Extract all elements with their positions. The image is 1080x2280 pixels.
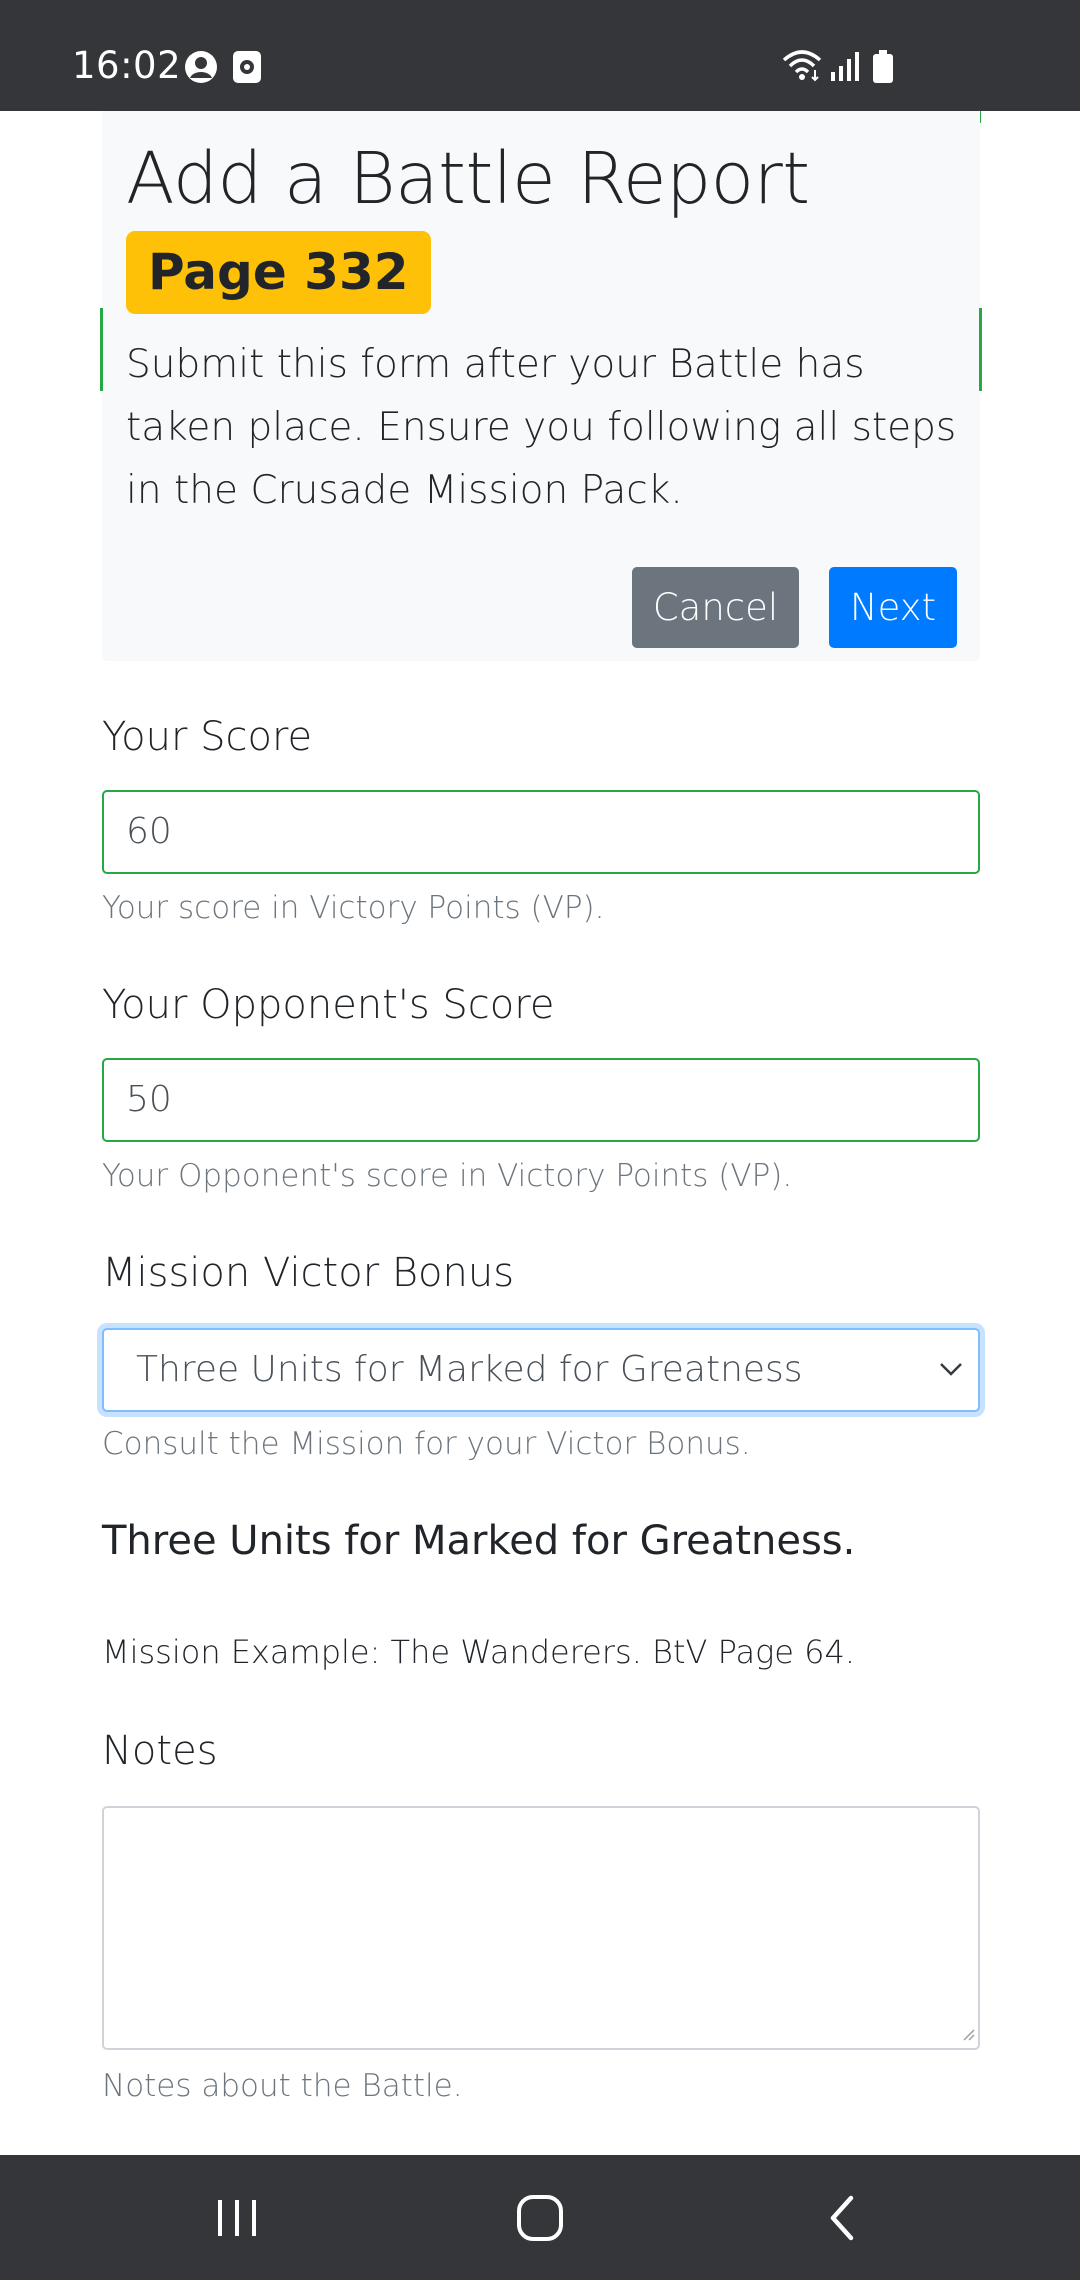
valid-border-fragment: [100, 308, 103, 391]
next-button[interactable]: Next: [829, 567, 957, 648]
intro-text: Submit this form after your Battle has t…: [126, 342, 957, 513]
notes-label: Notes: [102, 1728, 218, 1774]
chevron-down-icon: [938, 1360, 964, 1382]
your-score-help: Your score in Victory Points (VP).: [102, 890, 605, 926]
page-badge: Page 332: [126, 231, 431, 314]
victor-bonus-selected: Three Units for Marked for Greatness: [136, 1349, 803, 1390]
victor-bonus-description: Three Units for Marked for Greatness.: [102, 1518, 856, 1564]
notes-help: Notes about the Battle.: [102, 2068, 463, 2104]
navigation-bar: [0, 2155, 1080, 2280]
opponent-score-label: Your Opponent's Score: [102, 982, 555, 1028]
screen-record-icon: [232, 50, 262, 84]
battery-icon: [872, 50, 894, 84]
back-icon[interactable]: [802, 2183, 882, 2253]
signal-icon: [830, 50, 860, 82]
resize-grip-icon[interactable]: [961, 2026, 975, 2045]
battle-report-header: Add a Battle Report Page 332 Submit this…: [102, 111, 980, 661]
status-bar: 16:02: [0, 0, 1080, 111]
mission-example: Mission Example: The Wanderers. BtV Page…: [102, 1633, 856, 1671]
valid-border-fragment: [979, 308, 982, 391]
cancel-button[interactable]: Cancel: [632, 567, 799, 648]
notes-textarea[interactable]: [102, 1806, 980, 2050]
account-circle-icon: [184, 50, 218, 84]
recent-apps-icon[interactable]: [197, 2183, 277, 2253]
opponent-score-help: Your Opponent's score in Victory Points …: [102, 1158, 793, 1194]
home-icon[interactable]: [500, 2183, 580, 2253]
victor-bonus-select[interactable]: Three Units for Marked for Greatness: [102, 1328, 980, 1412]
opponent-score-input[interactable]: 50: [102, 1058, 980, 1142]
status-time: 16:02: [72, 44, 182, 87]
victor-bonus-label: Mission Victor Bonus: [102, 1250, 515, 1296]
your-score-label: Your Score: [102, 714, 313, 760]
victor-bonus-help: Consult the Mission for your Victor Bonu…: [102, 1426, 751, 1462]
wifi-icon: [782, 48, 822, 82]
page-title: Add a Battle Report: [126, 137, 810, 220]
your-score-input[interactable]: 60: [102, 790, 980, 874]
